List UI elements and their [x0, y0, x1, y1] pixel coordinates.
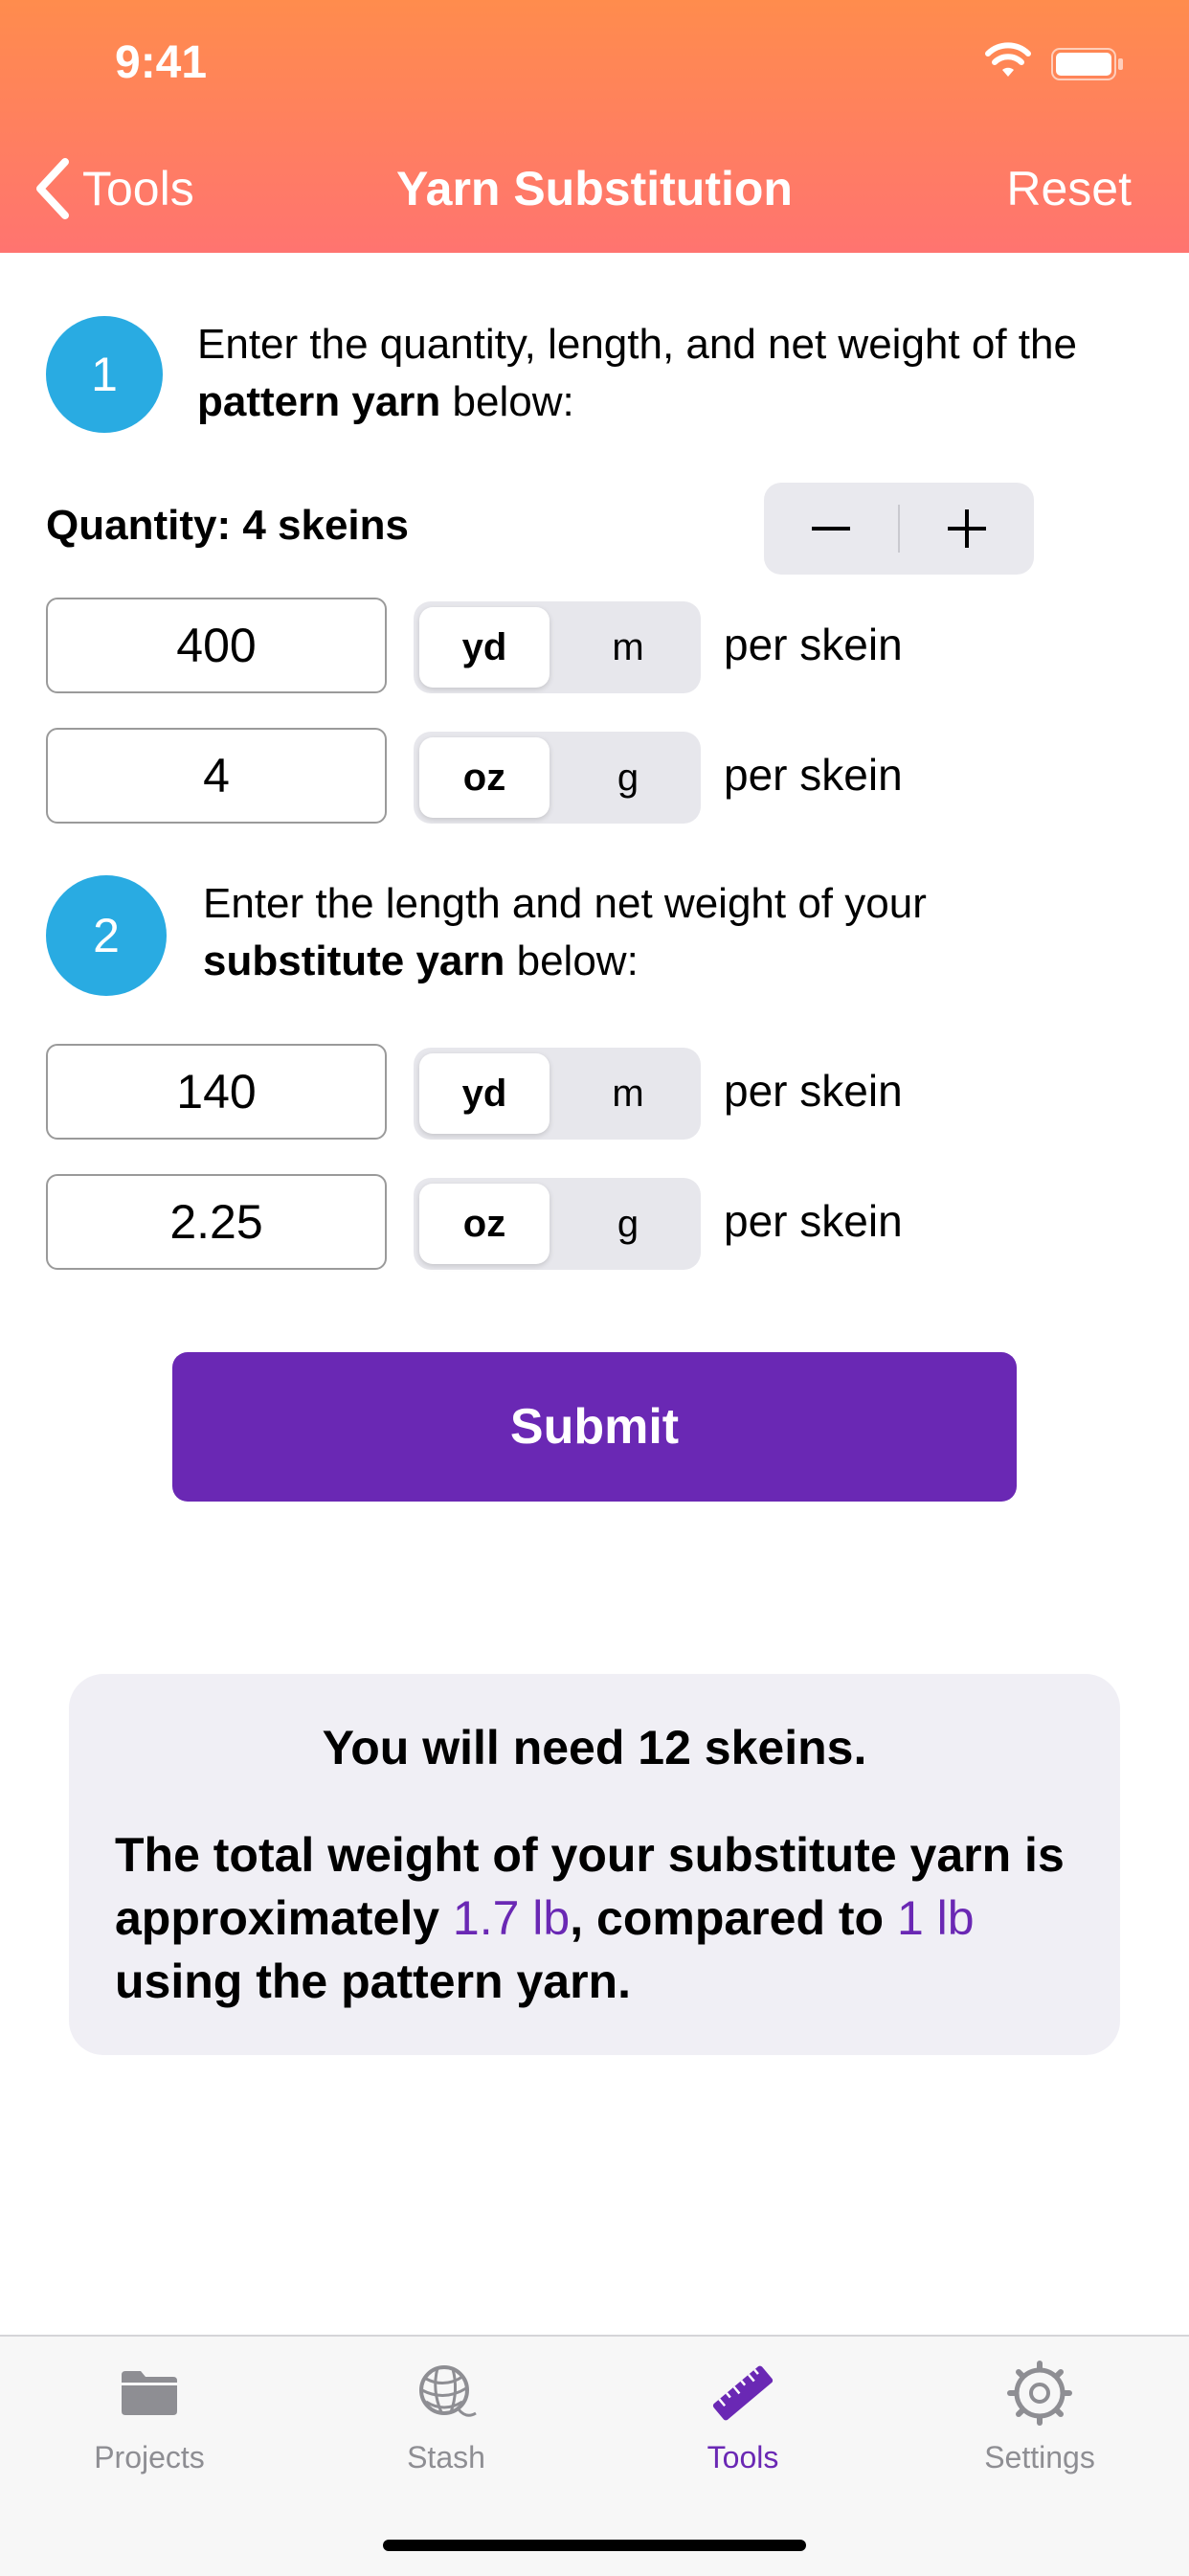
- step-1-text-prefix: Enter the quantity, length, and net weig…: [197, 321, 1077, 368]
- pattern-length-unit-toggle[interactable]: yd m: [414, 601, 701, 693]
- pattern-length-input[interactable]: 400: [46, 598, 387, 693]
- plus-icon: [948, 509, 986, 548]
- tab-label: Stash: [407, 2440, 485, 2474]
- step-2-instructions: Enter the length and net weight of your …: [203, 875, 1141, 990]
- folder-icon: [122, 2371, 177, 2415]
- result-desc-part2: , compared to: [570, 1891, 897, 1945]
- step-1-instructions: Enter the quantity, length, and net weig…: [197, 316, 1155, 431]
- submit-button[interactable]: Submit: [172, 1352, 1017, 1502]
- tab-stash[interactable]: Stash: [322, 2360, 571, 2503]
- quantity-label: Quantity: 4 skeins: [46, 502, 410, 549]
- decrement-button[interactable]: [764, 483, 898, 575]
- pattern-weight-value: 1 lb: [896, 1891, 975, 1945]
- unit-yd-option[interactable]: yd: [419, 1053, 550, 1134]
- substitute-length-input[interactable]: 140: [46, 1044, 387, 1140]
- step-1-text-suffix: below:: [440, 378, 574, 425]
- unit-yd-option[interactable]: yd: [419, 607, 550, 688]
- header: 9:41 Tools Yarn Substitution Reset: [0, 0, 1189, 253]
- battery-icon: [1051, 48, 1123, 80]
- status-time: 9:41: [115, 37, 208, 88]
- quantity-stepper[interactable]: [764, 483, 1034, 575]
- result-desc-part3: using the pattern yarn.: [115, 1955, 631, 2008]
- tab-label: Projects: [94, 2440, 205, 2474]
- increment-button[interactable]: [900, 483, 1034, 575]
- per-skein-label: per skein: [724, 620, 903, 669]
- result-card: You will need 12 skeins. The total weigh…: [69, 1674, 1120, 2055]
- gear-icon: [1007, 2361, 1072, 2426]
- step-1-text-bold: pattern yarn: [197, 378, 441, 425]
- home-indicator: [383, 2540, 806, 2551]
- per-skein-label: per skein: [724, 1196, 903, 1246]
- reset-button[interactable]: Reset: [1006, 161, 1132, 216]
- tab-tools[interactable]: Tools: [618, 2360, 867, 2503]
- unit-oz-option[interactable]: oz: [419, 737, 550, 818]
- tab-settings[interactable]: Settings: [915, 2360, 1164, 2503]
- minus-icon: [812, 527, 850, 531]
- step-2-text-suffix: below:: [505, 938, 639, 984]
- substitute-weight-input[interactable]: 2.25: [46, 1174, 387, 1270]
- unit-m-option[interactable]: m: [563, 607, 693, 688]
- substitute-weight-unit-toggle[interactable]: oz g: [414, 1178, 701, 1270]
- unit-oz-option[interactable]: oz: [419, 1184, 550, 1264]
- unit-m-option[interactable]: m: [563, 1053, 693, 1134]
- skeins-needed-text: You will need 12 skeins.: [322, 1721, 867, 1774]
- pattern-weight-unit-toggle[interactable]: oz g: [414, 732, 701, 824]
- per-skein-label: per skein: [724, 1066, 903, 1116]
- result-description: The total weight of your substitute yarn…: [115, 1823, 1082, 2013]
- tab-label: Settings: [984, 2440, 1095, 2474]
- substitute-weight-value: 1.7 lb: [452, 1891, 571, 1945]
- yarn-ball-icon: [419, 2365, 477, 2417]
- tab-projects[interactable]: Projects: [25, 2360, 274, 2503]
- unit-g-option[interactable]: g: [563, 737, 693, 818]
- substitute-length-unit-toggle[interactable]: yd m: [414, 1048, 701, 1140]
- pattern-weight-input[interactable]: 4: [46, 728, 387, 824]
- step-1-badge: 1: [46, 316, 163, 433]
- unit-g-option[interactable]: g: [563, 1184, 693, 1264]
- ruler-icon: [712, 2365, 774, 2421]
- step-2-badge: 2: [46, 875, 167, 996]
- step-2-text-prefix: Enter the length and net weight of your: [203, 880, 927, 927]
- tab-label: Tools: [707, 2440, 779, 2474]
- step-2-text-bold: substitute yarn: [203, 938, 505, 984]
- wifi-icon: [985, 42, 1031, 77]
- per-skein-label: per skein: [724, 750, 903, 800]
